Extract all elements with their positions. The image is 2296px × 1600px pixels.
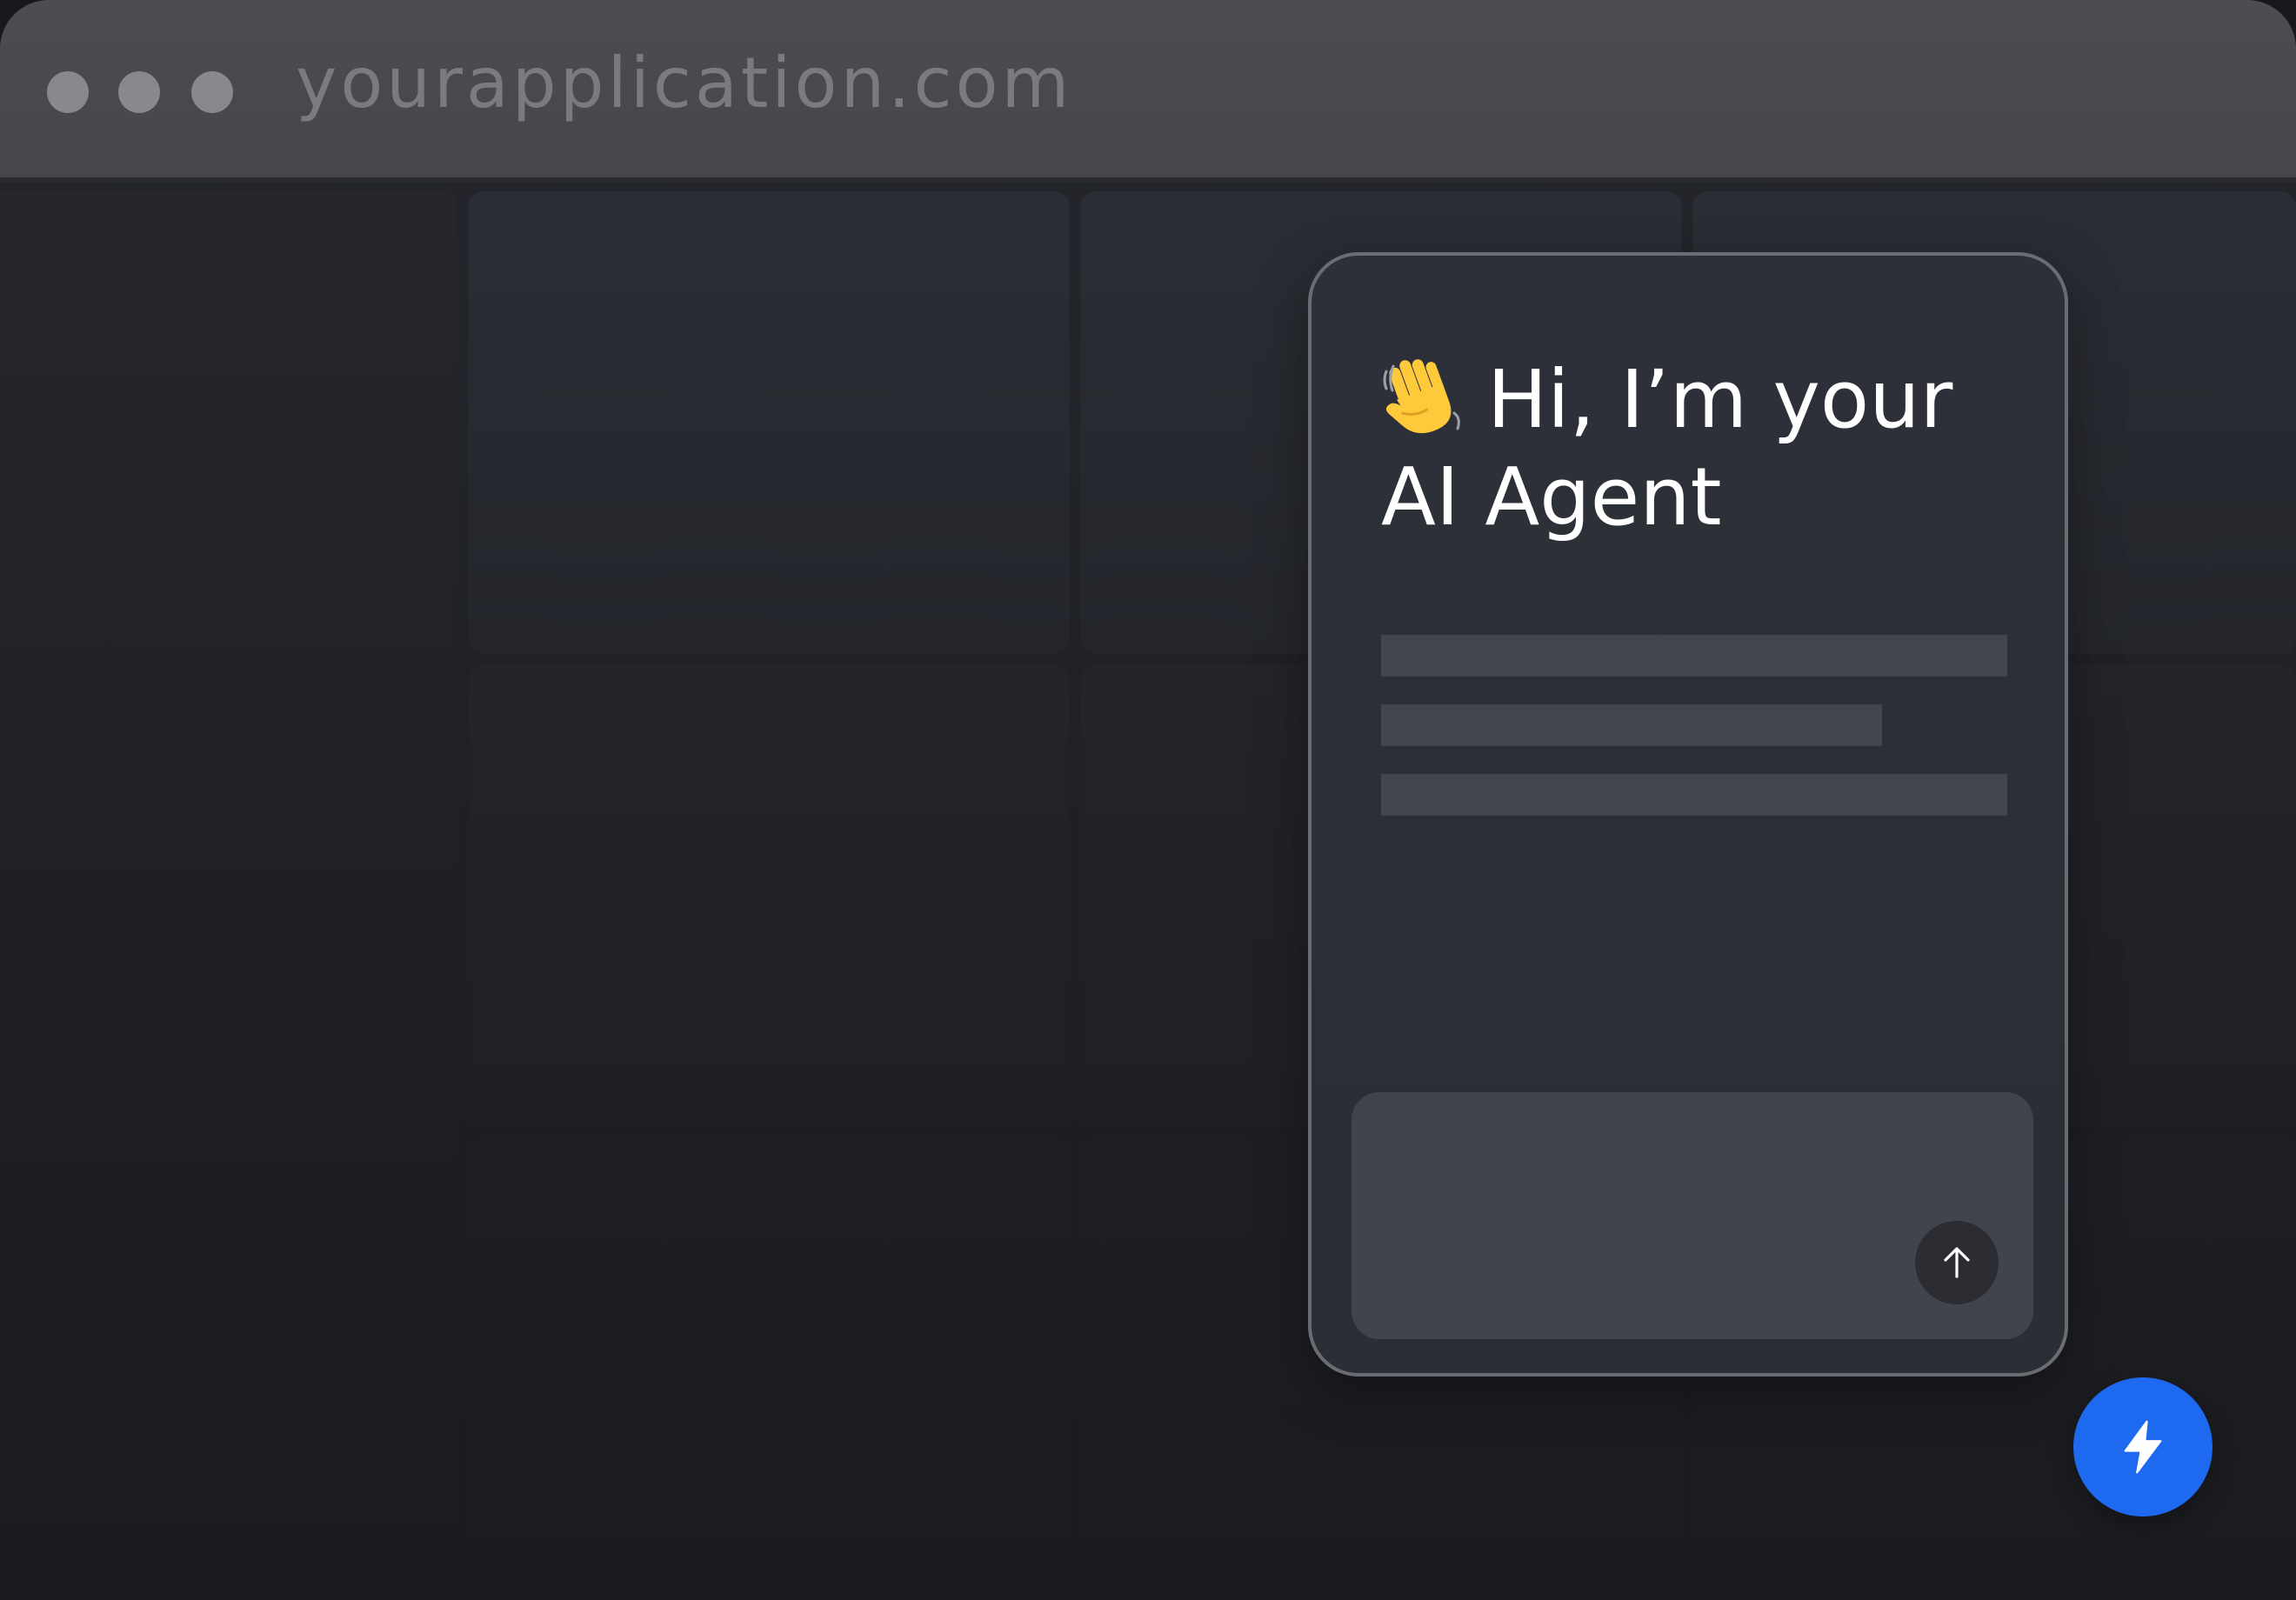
- window-dot-maximize[interactable]: [191, 71, 233, 113]
- browser-window: yourapplication.com Hi, I’m your AI Agen…: [0, 0, 2296, 1600]
- ai-agent-chat-panel: Hi, I’m your AI Agent: [1308, 252, 2068, 1377]
- placeholder-card: [468, 664, 1070, 1127]
- placeholder-card: [468, 191, 1070, 654]
- greeting-line-1: Hi, I’m your: [1487, 353, 1953, 446]
- waving-hand-icon: [1381, 352, 1468, 439]
- chat-greeting: Hi, I’m your AI Agent: [1381, 351, 1990, 546]
- browser-titlebar: yourapplication.com: [0, 0, 2296, 183]
- send-button[interactable]: [1915, 1221, 1999, 1304]
- lightning-bolt-icon: [2124, 1420, 2162, 1474]
- message-skeleton-line: [1381, 774, 2007, 816]
- greeting-line-2: AI Agent: [1381, 450, 1722, 543]
- arrow-up-icon: [1944, 1247, 1970, 1278]
- agent-launcher-button[interactable]: [2073, 1377, 2213, 1517]
- message-skeleton-line: [1381, 704, 1882, 746]
- placeholder-sidebar: [0, 191, 457, 1600]
- address-bar-url[interactable]: yourapplication.com: [296, 40, 1072, 127]
- window-dot-minimize[interactable]: [118, 71, 160, 113]
- message-input[interactable]: [1352, 1092, 2033, 1339]
- window-dot-close[interactable]: [47, 71, 89, 113]
- placeholder-card: [468, 1137, 1070, 1600]
- message-skeleton-line: [1381, 635, 2007, 677]
